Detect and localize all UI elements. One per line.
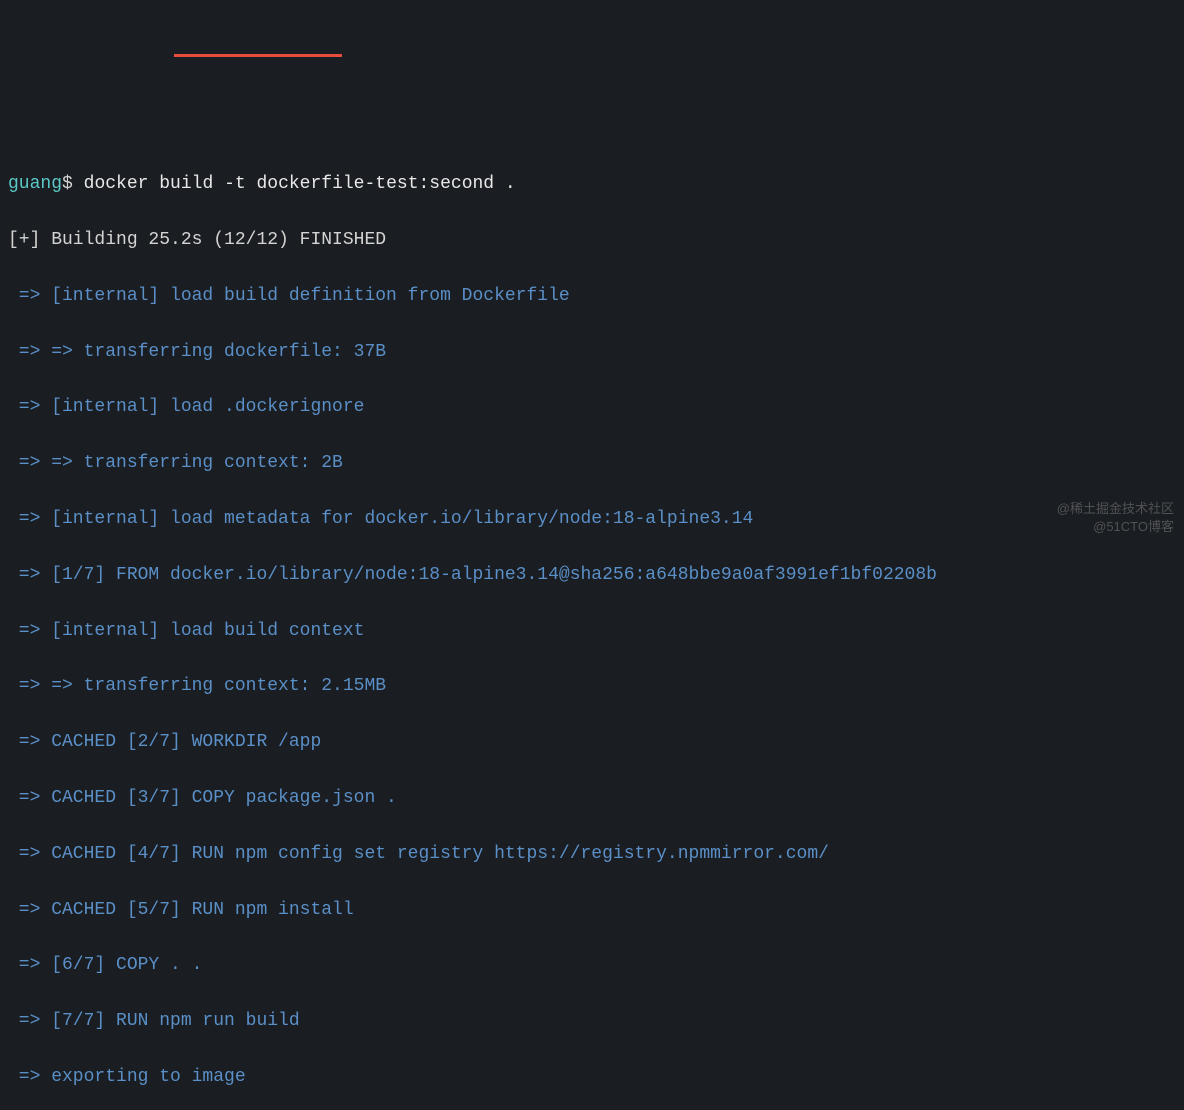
prompt-symbol: $ — [62, 174, 73, 194]
prompt-user: guang — [8, 174, 62, 194]
build-step: => CACHED [5/7] RUN npm install — [8, 897, 1176, 925]
build-step: => => transferring context: 2B — [8, 450, 1176, 478]
build-step: => CACHED [4/7] RUN npm config set regis… — [8, 841, 1176, 869]
build-step: => [1/7] FROM docker.io/library/node:18-… — [8, 562, 1176, 590]
build-step: => exporting to image — [8, 1064, 1176, 1092]
watermark-51cto: @51CTO博客 — [1093, 517, 1174, 537]
build-step: => [6/7] COPY . . — [8, 952, 1176, 980]
build-step: => [internal] load .dockerignore — [8, 394, 1176, 422]
build-step: => [internal] load build context — [8, 618, 1176, 646]
build-step: => CACHED [2/7] WORKDIR /app — [8, 729, 1176, 757]
build-step: => [7/7] RUN npm run build — [8, 1008, 1176, 1036]
build-step: => CACHED [3/7] COPY package.json . — [8, 785, 1176, 813]
terminal-prompt-line: guang$ docker build -t dockerfile-test:s… — [8, 171, 1176, 199]
command-text: docker build -t dockerfile-test:second . — [84, 174, 516, 194]
build-step: => => transferring dockerfile: 37B — [8, 339, 1176, 367]
build-header: [+] Building 25.2s (12/12) FINISHED — [8, 227, 1176, 255]
build-step: => => transferring context: 2.15MB — [8, 673, 1176, 701]
build-step: => [internal] load build definition from… — [8, 283, 1176, 311]
highlight-underline — [174, 54, 342, 57]
build-step: => [internal] load metadata for docker.i… — [8, 506, 1176, 534]
